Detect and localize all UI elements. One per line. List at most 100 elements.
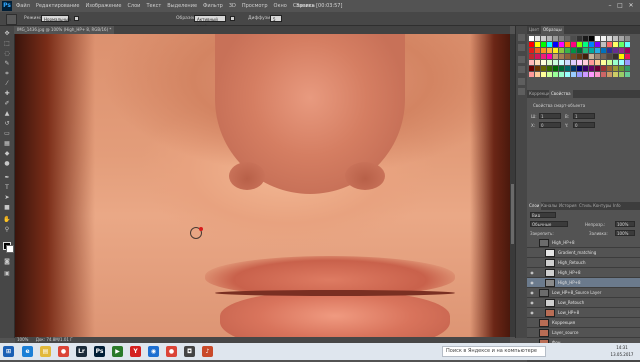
- visibility-eye-icon[interactable]: [529, 320, 535, 326]
- eyedropper-tool-icon[interactable]: ⁄: [3, 80, 11, 88]
- menu-item[interactable]: Текст: [146, 0, 161, 12]
- layer-row[interactable]: ◉ Low_HP+8: [527, 308, 640, 318]
- swatch[interactable]: [595, 42, 600, 47]
- swatch[interactable]: [625, 36, 630, 41]
- swatch[interactable]: [565, 60, 570, 65]
- swatch[interactable]: [595, 72, 600, 77]
- swatch[interactable]: [529, 42, 534, 47]
- swatch[interactable]: [613, 48, 618, 53]
- swatch[interactable]: [607, 54, 612, 59]
- x-field[interactable]: 0: [539, 122, 561, 128]
- quick-select-tool-icon[interactable]: ✎: [3, 60, 11, 68]
- swatch[interactable]: [589, 72, 594, 77]
- layer-row[interactable]: High_HP+8: [527, 238, 640, 248]
- swatch[interactable]: [559, 48, 564, 53]
- opacity-field[interactable]: 100%: [615, 221, 635, 227]
- swatch[interactable]: [601, 60, 606, 65]
- character-panel-icon[interactable]: [518, 78, 525, 85]
- swatch[interactable]: [541, 60, 546, 65]
- swatch[interactable]: [553, 60, 558, 65]
- swatch[interactable]: [625, 48, 630, 53]
- swatch[interactable]: [625, 72, 630, 77]
- swatch[interactable]: [613, 42, 618, 47]
- shape-tool-icon[interactable]: ■: [3, 204, 11, 212]
- image-canvas[interactable]: [15, 34, 510, 337]
- scrollbar-thumb[interactable]: [511, 184, 514, 244]
- mode-select[interactable]: Нормальный: [41, 15, 71, 22]
- swatch[interactable]: [613, 60, 618, 65]
- camera-icon[interactable]: ◘: [184, 346, 195, 357]
- swatch[interactable]: [571, 36, 576, 41]
- swatch[interactable]: [535, 66, 540, 71]
- swatch[interactable]: [601, 42, 606, 47]
- diffusion-input[interactable]: 5: [270, 15, 282, 22]
- swatch[interactable]: [559, 60, 564, 65]
- swatch[interactable]: [619, 36, 624, 41]
- swatch[interactable]: [553, 48, 558, 53]
- swatch[interactable]: [565, 54, 570, 59]
- taskbar-clock[interactable]: 14:31 13.05.2017: [605, 344, 639, 359]
- menu-item[interactable]: Редактирование: [36, 0, 80, 12]
- swatch[interactable]: [547, 72, 552, 77]
- swatch[interactable]: [571, 60, 576, 65]
- swatch[interactable]: [529, 60, 534, 65]
- swatch[interactable]: [565, 72, 570, 77]
- type-tool-icon[interactable]: T: [3, 184, 11, 192]
- close-button[interactable]: ✕: [627, 2, 635, 9]
- layer-row[interactable]: Коррекция: [527, 318, 640, 328]
- w-field[interactable]: 1: [539, 113, 561, 119]
- lasso-tool-icon[interactable]: ◌: [3, 50, 11, 58]
- swatch[interactable]: [595, 36, 600, 41]
- swatch[interactable]: [529, 66, 534, 71]
- swatch[interactable]: [571, 66, 576, 71]
- swatch[interactable]: [535, 36, 540, 41]
- swatch[interactable]: [535, 42, 540, 47]
- swatch[interactable]: [625, 54, 630, 59]
- player-icon[interactable]: ▶: [112, 346, 123, 357]
- yandex-icon[interactable]: Y: [130, 346, 141, 357]
- swatch[interactable]: [547, 42, 552, 47]
- swatch[interactable]: [583, 54, 588, 59]
- menu-item[interactable]: Изображение: [85, 0, 121, 12]
- sample-checkbox[interactable]: [74, 16, 79, 21]
- layer-row[interactable]: High_Retouch: [527, 258, 640, 268]
- swatch[interactable]: [547, 36, 552, 41]
- swatch[interactable]: [583, 72, 588, 77]
- visibility-eye-icon[interactable]: [529, 240, 535, 246]
- swatch[interactable]: [577, 60, 582, 65]
- swatch[interactable]: [601, 72, 606, 77]
- hand-tool-icon[interactable]: ✋: [3, 216, 11, 224]
- swatch[interactable]: [535, 72, 540, 77]
- clone-source-panel-icon[interactable]: [518, 66, 525, 73]
- menu-item[interactable]: 3D: [229, 0, 236, 12]
- swatch[interactable]: [607, 60, 612, 65]
- swatch[interactable]: [577, 36, 582, 41]
- swatch[interactable]: [577, 72, 582, 77]
- brush-panel-icon[interactable]: [518, 56, 525, 63]
- swatch[interactable]: [565, 48, 570, 53]
- swatch[interactable]: [559, 54, 564, 59]
- swatch[interactable]: [577, 66, 582, 71]
- visibility-eye-icon[interactable]: [529, 330, 535, 336]
- swatch[interactable]: [619, 42, 624, 47]
- swatch[interactable]: [619, 48, 624, 53]
- tab-swatches[interactable]: Образцы: [541, 26, 564, 34]
- browser-icon[interactable]: ◉: [148, 346, 159, 357]
- swatch[interactable]: [583, 66, 588, 71]
- swatch[interactable]: [541, 72, 546, 77]
- swatch[interactable]: [601, 54, 606, 59]
- move-tool-icon[interactable]: ✥: [3, 30, 11, 38]
- dodge-tool-icon[interactable]: ●: [3, 160, 11, 168]
- ie-icon[interactable]: e: [22, 346, 33, 357]
- swatch[interactable]: [601, 36, 606, 41]
- stamp-tool-icon[interactable]: ▲: [3, 110, 11, 118]
- chrome2-icon[interactable]: ●: [166, 346, 177, 357]
- tab-color[interactable]: Цвет: [527, 26, 541, 34]
- start-button-icon[interactable]: ⊞: [3, 346, 14, 357]
- tab-paths[interactable]: Контуры: [591, 202, 613, 210]
- swatch[interactable]: [589, 48, 594, 53]
- explorer-icon[interactable]: ▤: [40, 346, 51, 357]
- visibility-eye-icon[interactable]: [529, 260, 535, 266]
- swatch[interactable]: [625, 60, 630, 65]
- paragraph-panel-icon[interactable]: [518, 88, 525, 95]
